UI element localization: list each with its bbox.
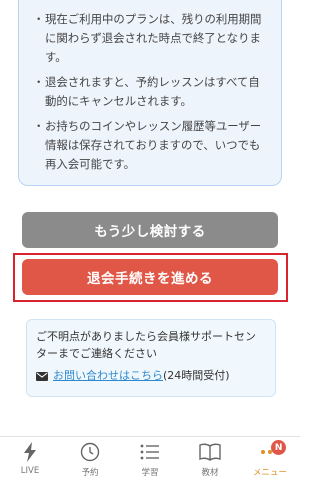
tab-materials[interactable]: 教材: [180, 437, 240, 481]
notice-text: お持ちのコインやレッスン履歴等ユーザー情報は保存されておりますので、いつでも再入…: [45, 119, 262, 171]
tab-menu[interactable]: N メニュー: [240, 437, 300, 481]
notice-bullet: ・: [33, 75, 45, 89]
bottom-tab-bar: LIVE 予約 学習 教材 N メニュー: [0, 436, 300, 481]
tab-live[interactable]: LIVE: [0, 437, 60, 481]
clock-icon: [79, 441, 101, 463]
mail-icon: [36, 371, 48, 381]
tab-label: 教材: [201, 468, 219, 478]
notice-item: ・ お持ちのコインやレッスン履歴等ユーザー情報は保存されておりますので、いつでも…: [33, 117, 271, 174]
notice-bullet: ・: [33, 119, 45, 133]
tab-label: メニュー: [252, 468, 287, 478]
consider-more-button[interactable]: もう少し検討する: [22, 212, 278, 248]
proceed-cancellation-button[interactable]: 退会手続きを進める: [22, 259, 278, 295]
tab-reservation[interactable]: 予約: [60, 437, 120, 481]
book-icon: [199, 441, 221, 463]
tab-label: 予約: [81, 468, 99, 478]
notification-badge: N: [271, 440, 287, 455]
support-box: ご不明点がありましたら会員様サポートセンターまでご連絡ください お問い合わせはこ…: [26, 319, 276, 397]
notice-text: 退会されますと、予約レッスンはすべて自動的にキャンセルされます。: [45, 75, 260, 108]
notice-item: ・ 現在ご利用中のプランは、残りの利用期間に関わらず退会された時点で終了となりま…: [33, 10, 271, 67]
list-icon: [139, 441, 161, 463]
tab-label: LIVE: [20, 466, 40, 476]
contact-row: お問い合わせはこちら (24時間受付): [36, 367, 266, 383]
notice-bullet: ・: [33, 12, 45, 26]
tab-study[interactable]: 学習: [120, 437, 180, 481]
support-text: ご不明点がありましたら会員様サポートセンターまでご連絡ください: [36, 330, 256, 360]
contact-link[interactable]: お問い合わせはこちら: [53, 367, 163, 383]
contact-hours: (24時間受付): [163, 369, 230, 382]
notice-item: ・ 退会されますと、予約レッスンはすべて自動的にキャンセルされます。: [33, 73, 271, 111]
tab-label: 学習: [141, 468, 159, 478]
cancellation-notice-box: ・ 現在ご利用中のプランは、残りの利用期間に関わらず退会された時点で終了となりま…: [18, 0, 282, 186]
lightning-icon: [19, 441, 41, 463]
notice-text: 現在ご利用中のプランは、残りの利用期間に関わらず退会された時点で終了となります。: [45, 12, 262, 64]
